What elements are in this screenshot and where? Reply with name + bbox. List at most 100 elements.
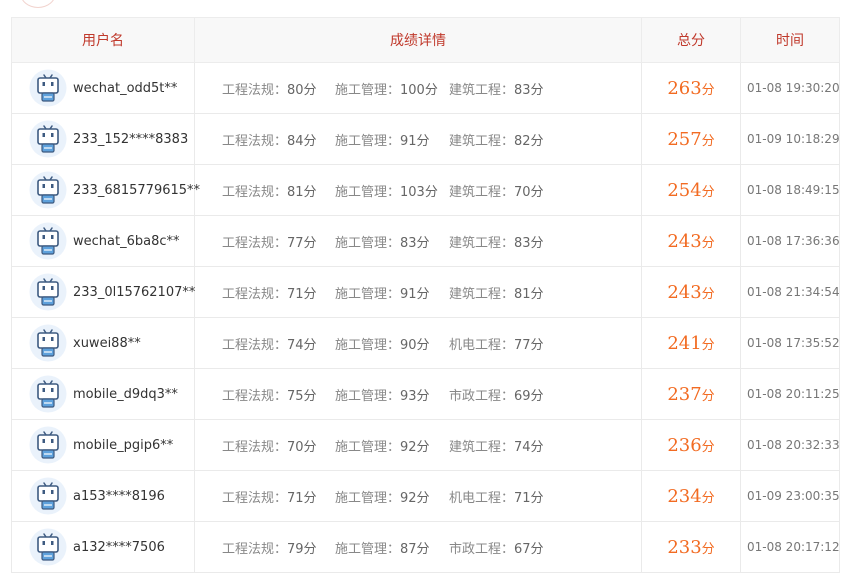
username: wechat_6ba8c** <box>73 233 180 249</box>
total-score-unit: 分 <box>701 541 715 557</box>
score-detail-cell: 工程法规：75分 施工管理：93分 市政工程：69分 <box>194 368 642 420</box>
username: mobile_pgip6** <box>73 437 174 453</box>
subject-score: 工程法规：71分 <box>222 283 335 302</box>
total-score: 241 <box>667 332 702 354</box>
total-score-unit: 分 <box>701 133 715 149</box>
subject-score: 建筑工程：81分 <box>449 283 544 302</box>
user-cell: xuwei88** <box>11 317 195 369</box>
user-cell: a153****8196 <box>11 470 195 522</box>
score-detail-cell: 工程法规：77分 施工管理：83分 建筑工程：83分 <box>194 215 642 267</box>
user-cell: a132****7506 <box>11 521 195 573</box>
username: xuwei88** <box>73 335 141 351</box>
subject-score: 建筑工程：70分 <box>449 181 544 200</box>
total-score-cell: 236分 <box>641 419 741 471</box>
table-header-row: 用户名 成绩详情 总分 时间 <box>11 17 840 63</box>
subject-score: 施工管理：92分 <box>335 487 449 506</box>
subject-score-value: 83分 <box>514 235 544 251</box>
total-score-cell: 241分 <box>641 317 741 369</box>
subject-score: 机电工程：71分 <box>449 487 544 506</box>
robot-avatar-icon <box>29 324 67 362</box>
subject-score-value: 84分 <box>287 133 317 149</box>
robot-avatar-icon <box>29 69 67 107</box>
subject-score: 建筑工程：83分 <box>449 79 544 98</box>
subject-score-value: 87分 <box>400 541 430 557</box>
table-row: wechat_6ba8c** 工程法规：77分 施工管理：83分 建筑工程：83分 24… <box>11 215 840 267</box>
subject-score-value: 83分 <box>400 235 430 251</box>
subject-score-value: 80分 <box>287 82 317 98</box>
submit-time: 01-09 10:18:29 <box>740 113 840 165</box>
total-score: 243 <box>667 230 702 252</box>
total-score-cell: 233分 <box>641 521 741 573</box>
submit-time: 01-08 17:35:52 <box>740 317 840 369</box>
user-cell: 233_6815779615** <box>11 164 200 216</box>
robot-avatar-icon <box>29 426 67 464</box>
subject-score-value: 71分 <box>287 286 317 302</box>
header-time: 时间 <box>740 17 840 63</box>
total-score: 263 <box>667 77 702 99</box>
username: a153****8196 <box>73 488 165 504</box>
total-score-cell: 254分 <box>641 164 741 216</box>
subject-score: 施工管理：103分 <box>335 181 449 200</box>
score-ranking-table: 用户名 成绩详情 总分 时间 wechat_odd5t** 工程法规：80分 施工管… <box>11 17 840 573</box>
subject-score-value: 77分 <box>514 337 544 353</box>
subject-name: 建筑工程： <box>449 286 515 302</box>
subject-name: 工程法规： <box>222 133 288 149</box>
subject-score: 工程法规：74分 <box>222 334 335 353</box>
subject-name: 建筑工程： <box>449 82 515 98</box>
subject-name: 建筑工程： <box>449 439 515 455</box>
robot-avatar-icon <box>29 222 67 260</box>
subject-name: 工程法规： <box>222 490 288 506</box>
header-username: 用户名 <box>11 17 195 63</box>
table-row: xuwei88** 工程法规：74分 施工管理：90分 机电工程：77分 241分 01-… <box>11 317 840 369</box>
total-score: 234 <box>667 485 702 507</box>
user-cell: mobile_d9dq3** <box>11 368 195 420</box>
subject-score-value: 92分 <box>400 439 430 455</box>
subject-score-value: 81分 <box>287 184 317 200</box>
subject-score: 机电工程：77分 <box>449 334 544 353</box>
subject-score-value: 92分 <box>400 490 430 506</box>
subject-name: 施工管理： <box>335 490 401 506</box>
username: a132****7506 <box>73 539 165 555</box>
subject-name: 施工管理： <box>335 286 401 302</box>
logo-decoration <box>20 0 56 8</box>
subject-score: 施工管理：93分 <box>335 385 449 404</box>
total-score: 237 <box>667 383 702 405</box>
score-detail-cell: 工程法规：71分 施工管理：92分 机电工程：71分 <box>194 470 642 522</box>
score-detail-cell: 工程法规：80分 施工管理：100分 建筑工程：83分 <box>194 62 642 114</box>
robot-avatar-icon <box>29 171 67 209</box>
robot-avatar-icon <box>29 375 67 413</box>
subject-score: 施工管理：92分 <box>335 436 449 455</box>
user-cell: wechat_6ba8c** <box>11 215 195 267</box>
total-score-cell: 257分 <box>641 113 741 165</box>
subject-score: 施工管理：91分 <box>335 283 449 302</box>
table-row: a153****8196 工程法规：71分 施工管理：92分 机电工程：71分 234分… <box>11 470 840 522</box>
subject-name: 施工管理： <box>335 235 401 251</box>
subject-name: 建筑工程： <box>449 235 515 251</box>
subject-score-value: 91分 <box>400 286 430 302</box>
subject-score: 工程法规：75分 <box>222 385 335 404</box>
total-score-cell: 237分 <box>641 368 741 420</box>
subject-name: 工程法规： <box>222 235 288 251</box>
subject-score-value: 91分 <box>400 133 430 149</box>
total-score: 236 <box>667 434 702 456</box>
score-detail-cell: 工程法规：70分 施工管理：92分 建筑工程：74分 <box>194 419 642 471</box>
subject-score: 施工管理：91分 <box>335 130 449 149</box>
subject-score-value: 71分 <box>287 490 317 506</box>
subject-score: 施工管理：100分 <box>335 79 449 98</box>
subject-score-value: 81分 <box>514 286 544 302</box>
subject-name: 工程法规： <box>222 439 288 455</box>
submit-time: 01-08 18:49:15 <box>740 164 840 216</box>
subject-name: 市政工程： <box>449 388 515 404</box>
subject-name: 市政工程： <box>449 541 515 557</box>
user-cell: mobile_pgip6** <box>11 419 195 471</box>
subject-score-value: 70分 <box>514 184 544 200</box>
table-row: a132****7506 工程法规：79分 施工管理：87分 市政工程：67分 233分… <box>11 521 840 573</box>
subject-score: 工程法规：70分 <box>222 436 335 455</box>
submit-time: 01-08 21:34:54 <box>740 266 840 318</box>
subject-name: 施工管理： <box>335 337 401 353</box>
username: 233_152****8383 <box>73 131 189 147</box>
subject-name: 工程法规： <box>222 184 288 200</box>
submit-time: 01-09 23:00:35 <box>740 470 840 522</box>
total-score-unit: 分 <box>701 388 715 404</box>
header-total-score: 总分 <box>641 17 741 63</box>
